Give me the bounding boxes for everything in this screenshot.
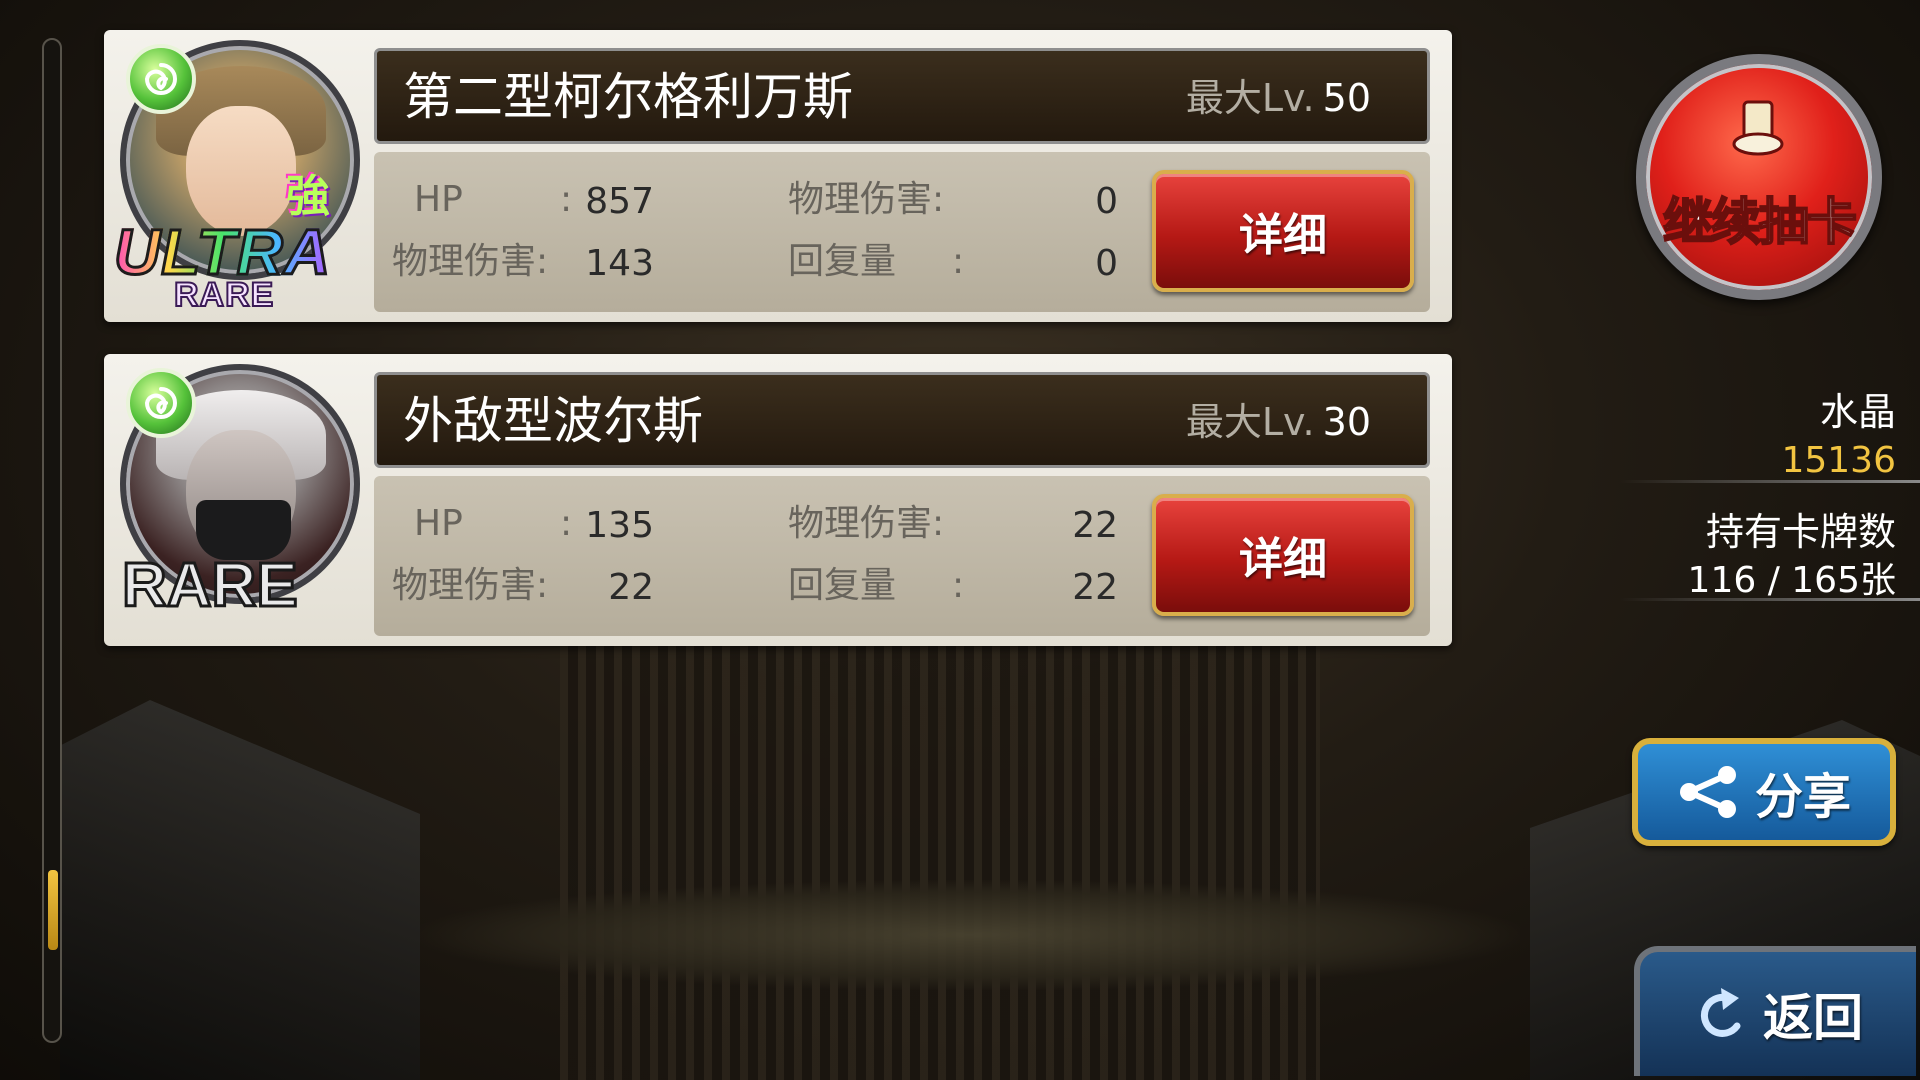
card-result-2: RARE 外敌型波尔斯 最大Lv. 30 HP : 135 物理伤害: 22 物理… — [104, 354, 1452, 646]
continue-draw-button[interactable]: 继续抽卡 — [1636, 54, 1882, 300]
continue-draw-label: 继续抽卡 — [1662, 192, 1858, 252]
cards-owned-label: 持有卡牌数 — [1705, 510, 1896, 554]
max-level-value: 50 — [1322, 76, 1371, 120]
card-result-1: 強 ULTRA RARE 第二型柯尔格利万斯 最大Lv. 50 HP : 857 … — [104, 30, 1452, 322]
stat-phys-atk-label: 物理伤害: — [392, 565, 549, 606]
card-name-bar: 第二型柯尔格利万斯 最大Lv. 50 — [374, 48, 1430, 144]
stat-phys-dmg-value: 0 — [1095, 181, 1118, 222]
max-level-label: 最大Lv. — [1185, 76, 1315, 120]
rarity-label: RARE — [121, 551, 300, 620]
crystal-label: 水晶 — [1819, 390, 1896, 434]
scrollbar-thumb[interactable] — [48, 870, 58, 950]
stat-recovery-value: 22 — [1072, 567, 1118, 608]
stat-phys-atk-value: 22 — [608, 567, 654, 608]
rarity-sublabel: RARE — [173, 276, 275, 314]
max-level: 最大Lv. 50 — [1186, 73, 1371, 123]
background-pillars — [560, 640, 1320, 1080]
return-arrow-icon — [1700, 988, 1741, 1037]
green-swirl-icon — [126, 368, 196, 438]
cards-owned-value: 116 / 165张 — [1687, 560, 1896, 601]
stat-recovery-label: 回复量 — [788, 241, 897, 282]
stat-hp-value: 857 — [585, 181, 654, 222]
stat-hp-value: 135 — [585, 505, 654, 546]
back-button[interactable]: 返回 — [1634, 946, 1916, 1076]
stat-phys-atk-label: 物理伤害: — [392, 241, 549, 282]
card-stats-panel: HP : 857 物理伤害: 143 物理伤害: 0 回复量 : 0 详细 — [374, 152, 1430, 312]
card-name: 第二型柯尔格利万斯 — [403, 68, 853, 126]
back-label: 返回 — [1763, 989, 1863, 1047]
background-platform — [420, 880, 1520, 990]
info-divider — [1620, 598, 1920, 601]
background-structure-left — [60, 700, 420, 1080]
strong-mark: 強 — [286, 171, 330, 222]
crystal-value: 15136 — [1781, 440, 1896, 481]
stat-phys-dmg-value: 22 — [1072, 505, 1118, 546]
detail-button[interactable]: 详细 — [1152, 170, 1414, 292]
detail-button[interactable]: 详细 — [1152, 494, 1414, 616]
stat-phys-dmg-label: 物理伤害: — [788, 179, 945, 220]
max-level: 最大Lv. 30 — [1186, 397, 1371, 447]
card-name-bar: 外敌型波尔斯 最大Lv. 30 — [374, 372, 1430, 468]
stat-phys-dmg-label: 物理伤害: — [788, 503, 945, 544]
stat-hp-label: HP — [414, 179, 463, 220]
share-icon — [1679, 766, 1736, 818]
share-label: 分享 — [1754, 769, 1851, 825]
stat-recovery-label: 回复量 — [788, 565, 897, 606]
stat-recovery-colon: : — [952, 241, 965, 282]
info-divider — [1620, 480, 1920, 483]
scrollbar-track[interactable] — [42, 38, 62, 1043]
stat-recovery-value: 0 — [1095, 243, 1118, 284]
max-level-label: 最大Lv. — [1185, 400, 1315, 444]
card-stack-icon — [1732, 100, 1784, 156]
max-level-value: 30 — [1322, 400, 1371, 444]
stat-recovery-colon: : — [952, 565, 965, 606]
stat-hp-label: HP — [414, 503, 463, 544]
green-swirl-icon — [126, 44, 196, 114]
share-button[interactable]: 分享 — [1632, 738, 1896, 846]
stat-phys-atk-value: 143 — [585, 243, 654, 284]
card-name: 外敌型波尔斯 — [403, 392, 703, 450]
rarity-label: ULTRA — [112, 216, 332, 288]
card-stats-panel: HP : 135 物理伤害: 22 物理伤害: 22 回复量 : 22 详细 — [374, 476, 1430, 636]
